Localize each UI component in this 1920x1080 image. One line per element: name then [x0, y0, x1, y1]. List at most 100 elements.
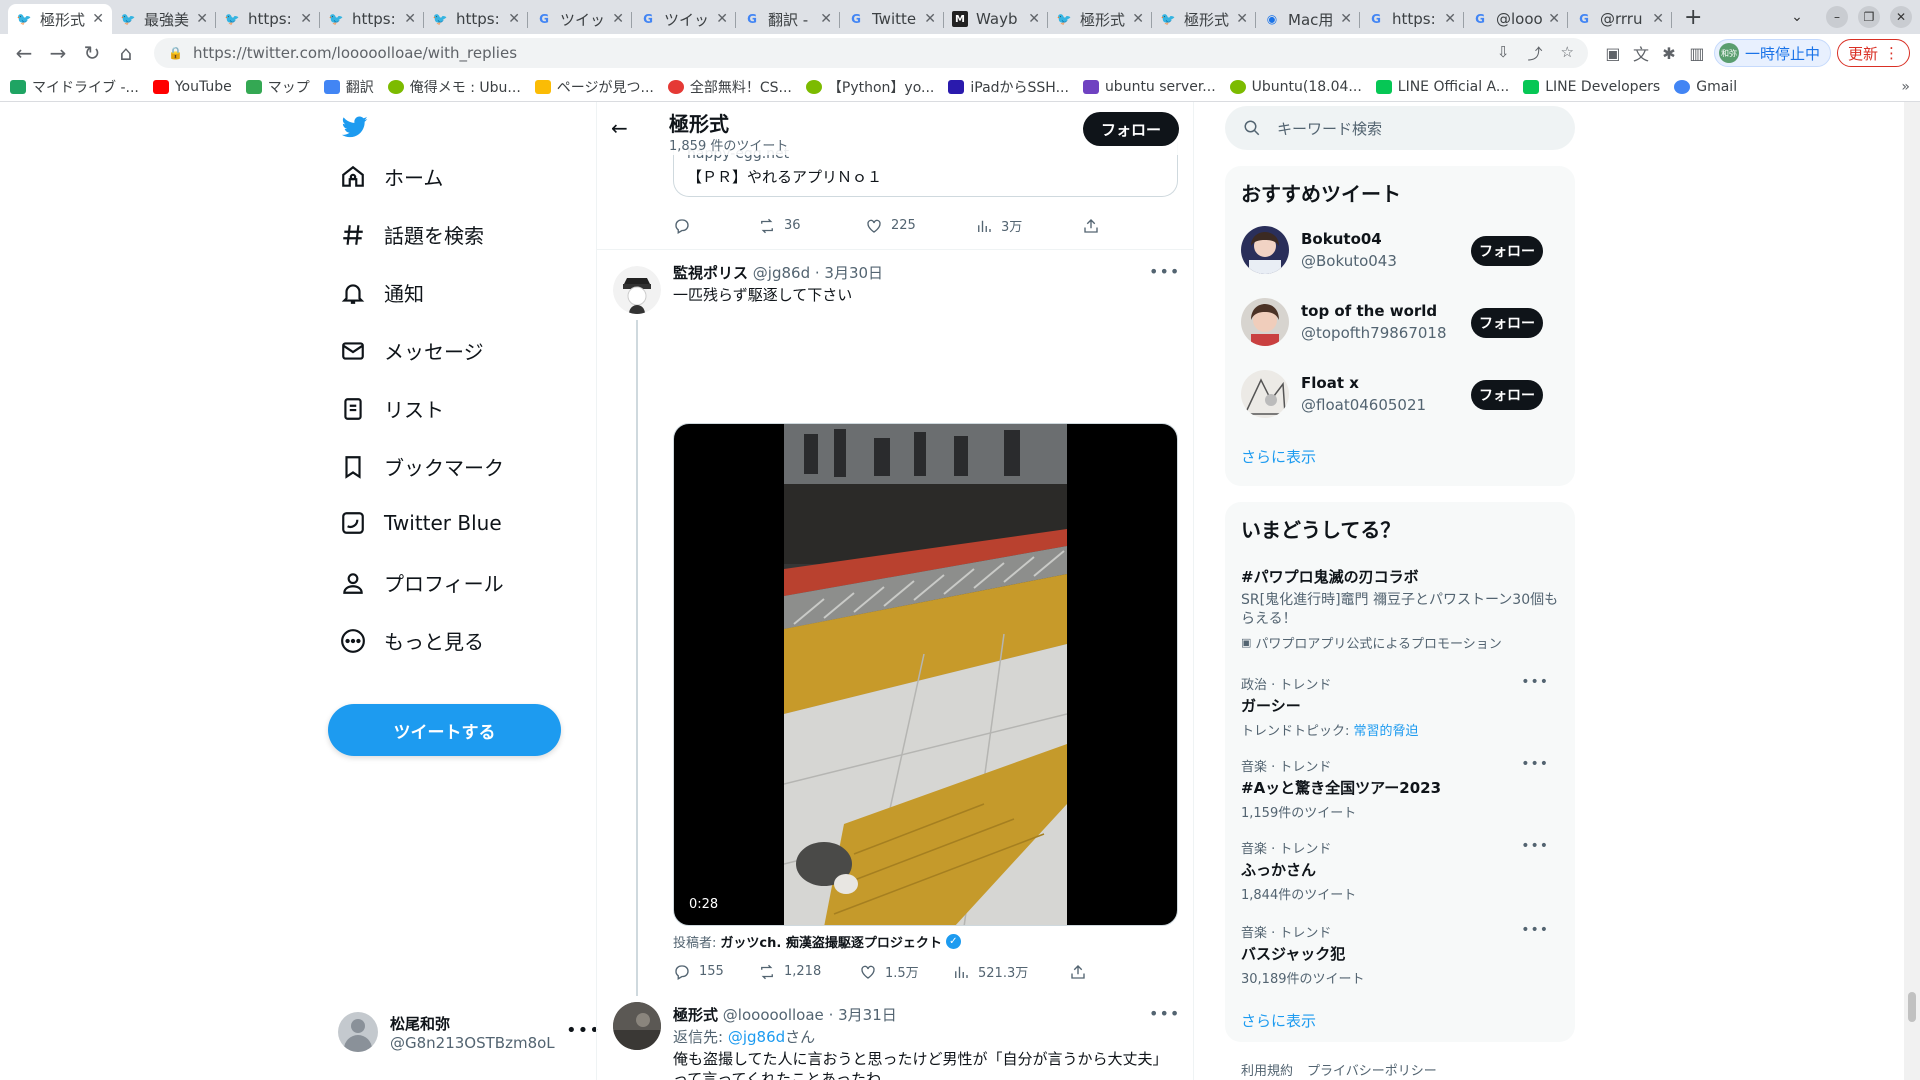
close-icon[interactable]: ✕ — [196, 11, 208, 27]
bookmark[interactable]: LINE Official A... — [1375, 79, 1509, 95]
trend-item[interactable]: 音楽 · トレンド バスジャック犯 30,189件のツイート ••• — [1241, 922, 1559, 987]
tab[interactable]: Ghttps: ✕ — [1360, 4, 1464, 34]
follow-button[interactable]: フォロー — [1471, 380, 1543, 410]
close-icon[interactable]: ✕ — [612, 11, 624, 27]
sidebar-item-explore[interactable]: 話題を検索 — [340, 220, 484, 249]
trend-item[interactable]: 音楽 · トレンド ふっかさん 1,844件のツイート ••• — [1241, 838, 1559, 903]
share-icon[interactable]: ⤴ — [1528, 43, 1543, 64]
install-icon[interactable]: ⇩ — [1497, 43, 1510, 64]
tab[interactable]: 🐦 最強美 ✕ — [112, 4, 216, 34]
back-icon[interactable]: ← — [10, 39, 38, 67]
close-icon[interactable]: ✕ — [404, 11, 416, 27]
follow-button[interactable]: フォロー — [1471, 308, 1543, 338]
trend-more-icon[interactable]: ••• — [1521, 922, 1549, 938]
puzzle-icon[interactable]: ✱ — [1658, 42, 1680, 64]
promoted-trend[interactable]: #パワプロ鬼滅の刃コラボ SR[鬼化進行時]竈門 禰豆子とパワストーン30個もら… — [1241, 564, 1559, 652]
reload-icon[interactable]: ↻ — [78, 39, 106, 67]
footer-link[interactable]: 利用規約 — [1241, 1060, 1293, 1079]
close-icon[interactable]: ✕ — [300, 11, 312, 27]
views-button[interactable]: 521.3万 — [952, 962, 1069, 981]
home-icon[interactable]: ⌂ — [112, 39, 140, 67]
account-switcher[interactable]: 松尾和弥 @G8n213OSTBzm8oL ••• — [338, 1012, 600, 1052]
sidebar-item-bookmarks[interactable]: ブックマーク — [340, 452, 504, 481]
tab[interactable]: G @rrru ✕ — [1568, 4, 1672, 34]
trend-more-icon[interactable]: ••• — [1521, 674, 1549, 690]
sidebar-item-notifications[interactable]: 通知 — [340, 278, 424, 307]
like-button[interactable]: 1.5万 — [859, 962, 952, 981]
bookmark[interactable]: 俺得メモ : Ubu... — [387, 77, 521, 97]
close-icon[interactable]: ✕ — [1548, 11, 1560, 27]
minimize-icon[interactable]: – — [1826, 6, 1848, 28]
tab[interactable]: 🐦 https: ✕ — [320, 4, 424, 34]
trend-more-icon[interactable]: ••• — [1521, 838, 1549, 854]
sidepanel-icon[interactable]: ▥ — [1686, 42, 1708, 64]
tab[interactable]: 🐦 極形式 ✕ — [8, 4, 112, 34]
like-button[interactable]: 225 — [865, 217, 975, 235]
tab[interactable]: 🐦 https: ✕ — [424, 4, 528, 34]
video-poster[interactable]: 投稿者: ガッツch. 痴漢盗撮駆逐プロジェクト ✓ — [673, 932, 961, 951]
close-icon[interactable]: ✕ — [1132, 11, 1144, 27]
tab[interactable]: 🐦 https: ✕ — [216, 4, 320, 34]
close-icon[interactable]: ✕ — [924, 11, 936, 27]
tweet-author[interactable]: 監視ポリス @jg86d · 3月30日 — [673, 262, 883, 283]
avatar[interactable] — [613, 266, 661, 314]
update-button[interactable]: 更新 ⋮ — [1836, 39, 1910, 67]
close-icon[interactable]: ✕ — [1340, 11, 1352, 27]
follow-button[interactable]: フォロー — [1083, 112, 1179, 146]
search-input[interactable]: キーワード検索 — [1225, 106, 1575, 150]
tab-search-icon[interactable]: ⌄ — [1786, 6, 1808, 28]
close-window-icon[interactable]: ✕ — [1890, 6, 1912, 28]
close-icon[interactable]: ✕ — [92, 11, 104, 27]
sidebar-item-messages[interactable]: メッセージ — [340, 336, 484, 365]
sidebar-item-more[interactable]: もっと見る — [340, 626, 484, 655]
share-button[interactable] — [1082, 217, 1100, 235]
back-arrow-icon[interactable]: ← — [611, 116, 628, 140]
bookmark[interactable]: 全部無料！CS... — [667, 77, 792, 97]
bookmark[interactable]: Gmail — [1674, 79, 1737, 95]
sidebar-item-home[interactable]: ホーム — [340, 162, 443, 191]
tab[interactable]: G 翻訳 - ✕ — [736, 4, 840, 34]
tweet-more-icon[interactable]: ••• — [1149, 1004, 1180, 1023]
bookmark[interactable]: マップ — [245, 77, 310, 97]
close-icon[interactable]: ✕ — [1236, 11, 1248, 27]
reply-button[interactable]: 155 — [673, 963, 758, 981]
new-tab-button[interactable]: + — [1684, 4, 1702, 34]
close-icon[interactable]: ✕ — [820, 11, 832, 27]
bookmarks-overflow-icon[interactable]: » — [1901, 79, 1910, 95]
bookmark[interactable]: Ubuntu(18.04... — [1229, 79, 1362, 95]
scrollbar-thumb[interactable] — [1908, 992, 1916, 1022]
tab[interactable]: 🐦 極形式 ✕ — [1152, 4, 1256, 34]
close-icon[interactable]: ✕ — [716, 11, 728, 27]
tweet-more-icon[interactable]: ••• — [1149, 262, 1180, 281]
translate-icon[interactable]: 文 — [1630, 42, 1652, 64]
close-icon[interactable]: ✕ — [1444, 11, 1456, 27]
trend-more-icon[interactable]: ••• — [1521, 756, 1549, 772]
retweet-button[interactable]: 1,218 — [758, 963, 859, 981]
bookmark[interactable]: マイドライブ -... — [10, 77, 139, 97]
tweet-button[interactable]: ツイートする — [328, 704, 561, 756]
show-more-link[interactable]: さらに表示 — [1241, 446, 1316, 467]
profile-paused-button[interactable]: 和弥 一時停止中 — [1713, 39, 1831, 67]
bookmark[interactable]: ubuntu server... — [1082, 79, 1216, 95]
close-icon[interactable]: ✕ — [1028, 11, 1040, 27]
tab[interactable]: ◉ Mac用 ✕ — [1256, 4, 1360, 34]
address-bar[interactable]: 🔒 https://twitter.com/looooolloae/with_r… — [154, 38, 1588, 68]
tab[interactable]: M Wayb ✕ — [944, 4, 1048, 34]
show-more-link[interactable]: さらに表示 — [1241, 1010, 1316, 1031]
trend-item[interactable]: 音楽 · トレンド #Aッと驚き全国ツアー2023 1,159件のツイート ••… — [1241, 756, 1559, 821]
reply-to-link[interactable]: @jg86d — [728, 1028, 785, 1046]
twitter-logo-icon[interactable] — [340, 114, 370, 140]
close-icon[interactable]: ✕ — [508, 11, 520, 27]
tab[interactable]: G @looo ✕ — [1464, 4, 1568, 34]
forward-icon[interactable]: → — [44, 39, 72, 67]
restore-icon[interactable]: ❐ — [1858, 6, 1880, 28]
sidebar-item-profile[interactable]: プロフィール — [340, 568, 504, 597]
share-button[interactable] — [1069, 963, 1087, 981]
tab[interactable]: 🐦 極形式 ✕ — [1048, 4, 1152, 34]
bookmark[interactable]: 翻訳 — [323, 77, 374, 97]
sidebar-item-twitter-blue[interactable]: Twitter Blue — [340, 510, 502, 536]
tab[interactable]: G ツイッ ✕ — [528, 4, 632, 34]
bookmark[interactable]: YouTube — [152, 79, 232, 95]
sidebar-item-lists[interactable]: リスト — [340, 394, 444, 423]
bookmark[interactable]: iPadからSSH... — [948, 77, 1069, 97]
